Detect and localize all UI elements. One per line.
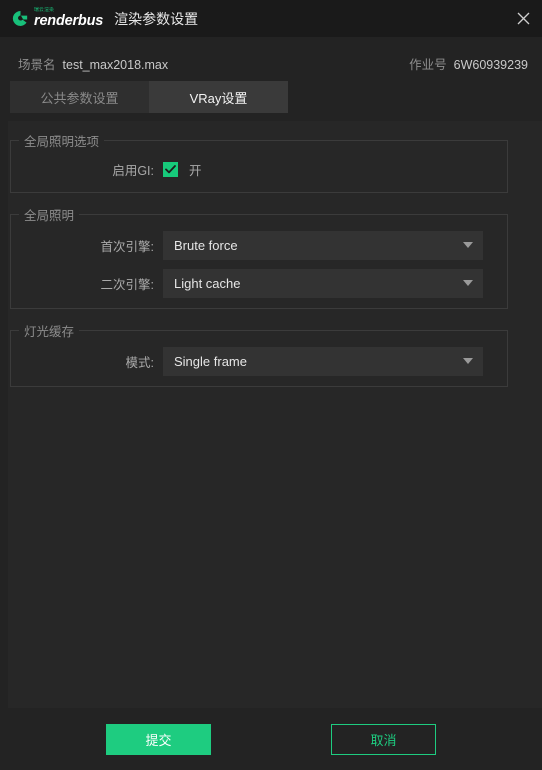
job-id-block: 作业号 6W60939239 (409, 54, 528, 73)
dialog-footer: 提交 取消 (0, 708, 542, 770)
logo-chinese-text: 瑞云渲染 (34, 7, 55, 13)
close-icon (517, 12, 529, 25)
scene-name-block: 场景名 test_max2018.max (18, 54, 168, 73)
primary-engine-row: 首次引擎: Brute force (11, 230, 507, 260)
gi-options-legend: 全局照明选项 (24, 135, 100, 149)
global-illumination-legend: 全局照明 (24, 209, 75, 223)
job-id-label: 作业号 (409, 57, 447, 72)
primary-engine-label: 首次引擎: (100, 239, 154, 254)
close-button[interactable] (504, 0, 542, 37)
enable-gi-label: 启用GI: (112, 163, 154, 178)
secondary-engine-select[interactable]: Light cache (163, 268, 483, 298)
gi-options-group: 全局照明选项 启用GI: 开 (10, 131, 508, 193)
enable-gi-row: 启用GI: 开 (11, 156, 507, 182)
enable-gi-state-text: 开 (189, 163, 202, 178)
secondary-engine-value: Light cache (174, 275, 241, 291)
chevron-down-icon (463, 242, 473, 248)
title-bar: 瑞云渲染 renderbus 渲染参数设置 (0, 0, 542, 37)
chevron-down-icon (463, 358, 473, 364)
checkmark-icon (165, 164, 176, 173)
job-info-row: 场景名 test_max2018.max 作业号 6W60939239 (0, 45, 542, 81)
chevron-down-icon (463, 280, 473, 286)
secondary-engine-row: 二次引擎: Light cache (11, 268, 507, 298)
vray-settings-panel: 全局照明选项 启用GI: 开 全局照明 首次引擎: Brute force 二次… (8, 121, 542, 708)
light-cache-mode-value: Single frame (174, 353, 247, 369)
window-title: 渲染参数设置 (114, 10, 199, 27)
logo-brand-name: renderbus (34, 13, 104, 29)
global-illumination-group: 全局照明 首次引擎: Brute force 二次引擎: Light cache (10, 205, 508, 309)
scene-name-value: test_max2018.max (62, 57, 169, 72)
primary-engine-value: Brute force (174, 237, 238, 253)
submit-button[interactable]: 提交 (106, 723, 211, 755)
light-cache-group: 灯光缓存 模式: Single frame (10, 321, 508, 387)
secondary-engine-label: 二次引擎: (100, 277, 154, 292)
light-cache-mode-label: 模式: (125, 355, 154, 370)
scene-name-label: 场景名 (18, 57, 56, 72)
logo-wordmark: 瑞云渲染 renderbus (34, 8, 103, 29)
enable-gi-checkbox[interactable] (163, 161, 178, 177)
job-id-value: 6W60939239 (453, 57, 528, 72)
renderbus-logo-icon (12, 11, 28, 26)
settings-tabs: 公共参数设置 VRay设置 (10, 81, 288, 113)
renderbus-logo: 瑞云渲染 renderbus (11, 8, 103, 29)
tab-vray-settings[interactable]: VRay设置 (149, 81, 288, 113)
light-cache-mode-select[interactable]: Single frame (163, 346, 483, 376)
tab-common-parameters[interactable]: 公共参数设置 (10, 81, 149, 113)
cancel-button[interactable]: 取消 (331, 723, 436, 755)
light-cache-legend: 灯光缓存 (24, 325, 75, 339)
primary-engine-select[interactable]: Brute force (163, 230, 483, 260)
light-cache-mode-row: 模式: Single frame (11, 346, 507, 376)
